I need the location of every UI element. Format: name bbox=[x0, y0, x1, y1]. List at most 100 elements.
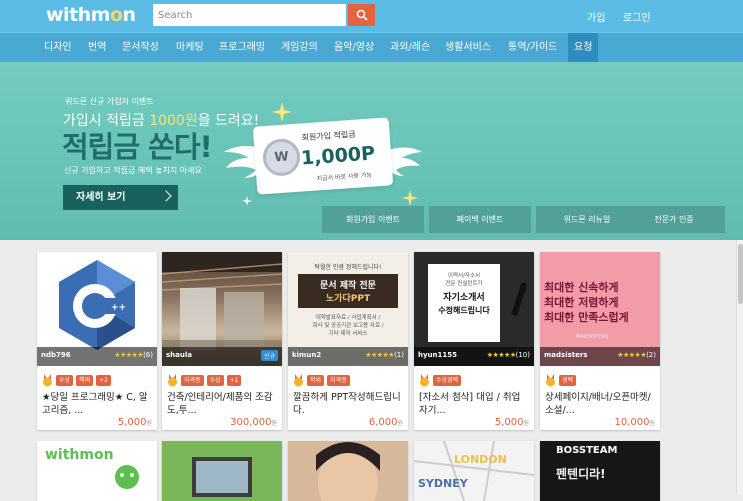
tag: 수상 bbox=[56, 374, 74, 386]
banner-tab-signup-event[interactable]: 회원가입 이벤트 bbox=[322, 206, 424, 233]
medal-icon bbox=[294, 373, 303, 386]
thumb-slogan: 최대한 신속하게 최대한 저렴하게 최대한 만족스럽게 bbox=[544, 281, 629, 324]
banner-tab-expert-cert[interactable]: 전문가 인증 bbox=[623, 206, 725, 233]
tag: 자격증 bbox=[327, 374, 350, 386]
thumb-paper: 이력서/자소서 전문 컨설턴트가 자기소개서 수정해드립니다 bbox=[428, 264, 500, 342]
nav-item-life-service[interactable]: 생활서비스 bbox=[445, 33, 491, 62]
service-title[interactable]: ★당일 프로그래밍★ C, 알고리즘, ... bbox=[42, 391, 153, 417]
tag: +1 bbox=[226, 374, 242, 386]
service-card[interactable]: 최대한 신속하게 최대한 저렴하게 최대한 만족스럽게 MADSISTERS m… bbox=[540, 252, 660, 430]
join-link[interactable]: 가입 bbox=[587, 9, 605, 24]
star-rating-icon: ★★★★★ bbox=[114, 351, 144, 359]
banner-note: 신규 가입하고 적립금 혜택 놓치지 마세요 bbox=[64, 166, 202, 175]
search-input[interactable] bbox=[153, 4, 346, 26]
tag: 자격증 bbox=[181, 374, 204, 386]
tag: 책퍼 bbox=[76, 374, 94, 386]
nav-item-programming[interactable]: 프로그래밍 bbox=[219, 33, 265, 62]
new-badge: 신규 bbox=[260, 350, 278, 361]
service-price: 10,000원 bbox=[614, 417, 655, 428]
badge-row: 수상경력 bbox=[419, 373, 462, 387]
thumb-text: 펜텐디라! bbox=[556, 467, 606, 481]
service-card[interactable]: withmon bbox=[37, 441, 157, 501]
rating: ★★★★★(2) bbox=[617, 351, 656, 359]
thumb-brand-text: BOSSTEAM bbox=[556, 445, 618, 456]
seller-name[interactable]: madsisters bbox=[544, 351, 587, 359]
service-card[interactable]: 탁월한 만큼 정해드립니다! 문서 제작 전문 노가다PPT 대학발표자료 / … bbox=[288, 252, 408, 430]
service-thumbnail: ++ ndb796 ★★★★★(6) bbox=[37, 252, 157, 366]
seller-name[interactable]: kimun2 bbox=[292, 351, 321, 359]
service-price: 300,000원 bbox=[230, 417, 277, 428]
sparkle-icon bbox=[242, 196, 252, 206]
medal-icon bbox=[420, 373, 429, 386]
seller-bar: ndb796 ★★★★★(6) bbox=[37, 347, 157, 366]
map-illustration bbox=[414, 441, 534, 501]
badge-row: 자격증 수상 +1 bbox=[167, 373, 242, 387]
map-label: LONDON bbox=[454, 453, 507, 466]
tag: 수상 bbox=[206, 374, 224, 386]
scrollbar-thumb[interactable] bbox=[738, 244, 743, 304]
chevron-right-icon bbox=[160, 190, 172, 202]
nav-item-music-video[interactable]: 음악/영상 bbox=[334, 33, 374, 62]
top-header: withmon 가입 로그인 bbox=[0, 0, 743, 32]
medal-icon bbox=[546, 373, 555, 386]
laptop-photo bbox=[192, 457, 252, 497]
service-card[interactable]: BOSSTEAM 펜텐디라! bbox=[540, 441, 660, 501]
service-listing: ++ ndb796 ★★★★★(6) 수상 책퍼 +2 ★당일 프로그래밍★ C… bbox=[0, 240, 743, 501]
star-rating-icon: ★★★★★ bbox=[486, 351, 516, 359]
service-title[interactable]: 상세페이지/배너/오픈마켓/소셜/... bbox=[545, 391, 656, 417]
service-card[interactable]: ++ ndb796 ★★★★★(6) 수상 책퍼 +2 ★당일 프로그래밍★ C… bbox=[37, 252, 157, 430]
service-title[interactable]: 건축/인테리어/제품의 조감도,투... bbox=[167, 391, 278, 417]
seller-bar: shaula 신규 bbox=[162, 347, 282, 366]
map-label: SYDNEY bbox=[418, 477, 468, 490]
tag: +2 bbox=[96, 374, 111, 386]
service-price: 5,000원 bbox=[117, 417, 152, 428]
tag: 경력 bbox=[559, 374, 577, 386]
badge-row: 수상 책퍼 +2 bbox=[42, 373, 111, 387]
banner-event-label: 위드몬 신규 가입자 이벤트 bbox=[65, 97, 154, 106]
nav-item-request[interactable]: 요청 bbox=[568, 33, 599, 62]
nav-item-interpret-guide[interactable]: 통역/가이드 bbox=[508, 33, 557, 62]
point-coin-icon: W bbox=[261, 137, 302, 178]
nav-item-marketing[interactable]: 마케팅 bbox=[176, 33, 204, 62]
seller-bar: kimun2 ★★★★★(1) bbox=[288, 347, 408, 366]
service-title[interactable]: 깔끔하게 PPT작성해드립니다. bbox=[293, 391, 404, 417]
rating: ★★★★★(6) bbox=[114, 351, 153, 359]
seller-bar: hyun1155 ★★★★★(10) bbox=[414, 347, 534, 366]
service-thumbnail: 최대한 신속하게 최대한 저렴하게 최대한 만족스럽게 MADSISTERS m… bbox=[540, 252, 660, 366]
nav-item-game-lesson[interactable]: 게임강의 bbox=[281, 33, 318, 62]
nav-item-design[interactable]: 디자인 bbox=[44, 33, 72, 62]
nav-item-tutoring[interactable]: 과외/레슨 bbox=[390, 33, 430, 62]
svg-text:++: ++ bbox=[111, 303, 126, 313]
withmon-logo[interactable]: withmon bbox=[46, 4, 136, 26]
scrollbar[interactable] bbox=[736, 240, 743, 494]
promo-banner: 위드몬 신규 가입자 이벤트 가입시 적립금 1000원을 드려요! 적립금 쏜… bbox=[0, 62, 743, 240]
thumb-description: 대학발표자료 / 사업계획서 / 회사 및 공공기관 보고용 자료 / 기타 제… bbox=[312, 315, 384, 337]
service-price: 5,000원 bbox=[494, 417, 529, 428]
banner-cta-button[interactable]: 자세히 보기 bbox=[63, 185, 178, 210]
seller-name[interactable]: shaula bbox=[166, 351, 192, 359]
service-thumbnail: shaula 신규 bbox=[162, 252, 282, 366]
profile-photo bbox=[316, 442, 380, 501]
search-icon bbox=[356, 9, 368, 21]
rating: ★★★★★(1) bbox=[365, 351, 404, 359]
service-card[interactable]: LONDON SYDNEY bbox=[414, 441, 534, 501]
service-card[interactable] bbox=[288, 441, 408, 501]
seller-name[interactable]: ndb796 bbox=[41, 351, 71, 359]
service-card[interactable]: shaula 신규 자격증 수상 +1 건축/인테리어/제품의 조감도,투...… bbox=[162, 252, 282, 430]
banner-headline: 적립금 쏜다! bbox=[62, 130, 213, 164]
service-card[interactable] bbox=[162, 441, 282, 501]
nav-item-translation[interactable]: 번역 bbox=[88, 33, 106, 62]
service-title[interactable]: [자소서 첨삭] 대입 / 취업 자기... bbox=[419, 391, 530, 417]
service-card[interactable]: 이력서/자소서 전문 컨설턴트가 자기소개서 수정해드립니다 hyun1155 … bbox=[414, 252, 534, 430]
login-link[interactable]: 로그인 bbox=[623, 9, 651, 24]
sparkle-icon bbox=[402, 190, 418, 206]
badge-row: 경력 bbox=[545, 373, 577, 387]
nav-item-writing[interactable]: 문서작성 bbox=[122, 33, 159, 62]
service-price: 6,000원 bbox=[368, 417, 403, 428]
tag: 수상경력 bbox=[433, 374, 462, 386]
search-button[interactable] bbox=[348, 4, 375, 26]
reward-card-subtext: 지급서 바로 사용 가능 bbox=[316, 171, 373, 183]
banner-tab-payback-event[interactable]: 페이백 이벤트 bbox=[429, 206, 531, 233]
seller-name[interactable]: hyun1155 bbox=[418, 351, 457, 359]
rating: ★★★★★(10) bbox=[486, 351, 530, 359]
